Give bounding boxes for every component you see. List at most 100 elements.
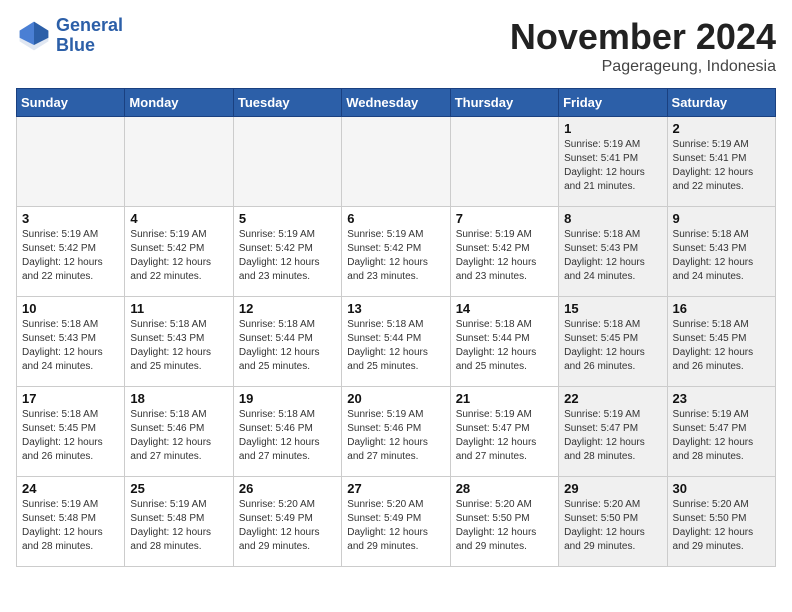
day-number: 6	[347, 211, 444, 226]
logo-line2: Blue	[56, 36, 123, 56]
day-info: Sunrise: 5:18 AM Sunset: 5:45 PM Dayligh…	[22, 408, 119, 464]
day-info: Sunrise: 5:18 AM Sunset: 5:44 PM Dayligh…	[347, 318, 444, 374]
day-info: Sunrise: 5:19 AM Sunset: 5:42 PM Dayligh…	[347, 228, 444, 284]
day-info: Sunrise: 5:19 AM Sunset: 5:46 PM Dayligh…	[347, 408, 444, 464]
calendar-cell: 23 Sunrise: 5:19 AM Sunset: 5:47 PM Dayli…	[667, 387, 775, 477]
calendar-header-row: SundayMondayTuesdayWednesdayThursdayFrid…	[17, 89, 776, 117]
day-header-monday: Monday	[125, 89, 233, 117]
day-number: 16	[673, 301, 770, 316]
day-info: Sunrise: 5:19 AM Sunset: 5:47 PM Dayligh…	[673, 408, 770, 464]
day-number: 19	[239, 391, 336, 406]
calendar-cell: 19 Sunrise: 5:18 AM Sunset: 5:46 PM Dayli…	[233, 387, 341, 477]
day-number: 8	[564, 211, 661, 226]
day-info: Sunrise: 5:19 AM Sunset: 5:41 PM Dayligh…	[564, 138, 661, 194]
day-number: 18	[130, 391, 227, 406]
day-number: 12	[239, 301, 336, 316]
day-number: 24	[22, 481, 119, 496]
calendar-table: SundayMondayTuesdayWednesdayThursdayFrid…	[16, 88, 776, 567]
day-number: 30	[673, 481, 770, 496]
calendar-cell: 3 Sunrise: 5:19 AM Sunset: 5:42 PM Daylig…	[17, 207, 125, 297]
calendar-week-5: 24 Sunrise: 5:19 AM Sunset: 5:48 PM Dayli…	[17, 477, 776, 567]
day-info: Sunrise: 5:18 AM Sunset: 5:44 PM Dayligh…	[456, 318, 553, 374]
calendar-cell: 29 Sunrise: 5:20 AM Sunset: 5:50 PM Dayli…	[559, 477, 667, 567]
day-number: 13	[347, 301, 444, 316]
day-info: Sunrise: 5:18 AM Sunset: 5:46 PM Dayligh…	[239, 408, 336, 464]
day-number: 11	[130, 301, 227, 316]
calendar-cell: 8 Sunrise: 5:18 AM Sunset: 5:43 PM Daylig…	[559, 207, 667, 297]
calendar-cell: 16 Sunrise: 5:18 AM Sunset: 5:45 PM Dayli…	[667, 297, 775, 387]
day-info: Sunrise: 5:19 AM Sunset: 5:42 PM Dayligh…	[130, 228, 227, 284]
calendar-cell	[125, 117, 233, 207]
calendar-cell: 27Sunrise: 5:20 AM Sunset: 5:49 PM Dayli…	[342, 477, 450, 567]
calendar-cell: 2Sunrise: 5:19 AM Sunset: 5:41 PM Daylig…	[667, 117, 775, 207]
day-number: 5	[239, 211, 336, 226]
calendar-cell: 12 Sunrise: 5:18 AM Sunset: 5:44 PM Dayli…	[233, 297, 341, 387]
calendar-cell: 9Sunrise: 5:18 AM Sunset: 5:43 PM Daylig…	[667, 207, 775, 297]
calendar-cell	[233, 117, 341, 207]
day-number: 20	[347, 391, 444, 406]
day-info: Sunrise: 5:20 AM Sunset: 5:50 PM Dayligh…	[564, 498, 661, 554]
day-number: 14	[456, 301, 553, 316]
day-header-sunday: Sunday	[17, 89, 125, 117]
calendar-cell: 28 Sunrise: 5:20 AM Sunset: 5:50 PM Dayli…	[450, 477, 558, 567]
day-info: Sunrise: 5:18 AM Sunset: 5:45 PM Dayligh…	[673, 318, 770, 374]
calendar-cell: 24 Sunrise: 5:19 AM Sunset: 5:48 PM Dayli…	[17, 477, 125, 567]
day-info: Sunrise: 5:20 AM Sunset: 5:49 PM Dayligh…	[347, 498, 444, 554]
location-subtitle: Pagerageung, Indonesia	[510, 58, 776, 76]
day-info: Sunrise: 5:18 AM Sunset: 5:43 PM Dayligh…	[564, 228, 661, 284]
day-number: 29	[564, 481, 661, 496]
calendar-cell: 4 Sunrise: 5:19 AM Sunset: 5:42 PM Daylig…	[125, 207, 233, 297]
day-info: Sunrise: 5:20 AM Sunset: 5:49 PM Dayligh…	[239, 498, 336, 554]
day-header-thursday: Thursday	[450, 89, 558, 117]
calendar-week-2: 3 Sunrise: 5:19 AM Sunset: 5:42 PM Daylig…	[17, 207, 776, 297]
calendar-cell: 18Sunrise: 5:18 AM Sunset: 5:46 PM Dayli…	[125, 387, 233, 477]
day-info: Sunrise: 5:18 AM Sunset: 5:44 PM Dayligh…	[239, 318, 336, 374]
calendar-cell: 10 Sunrise: 5:18 AM Sunset: 5:43 PM Dayli…	[17, 297, 125, 387]
day-header-tuesday: Tuesday	[233, 89, 341, 117]
month-title: November 2024	[510, 16, 776, 58]
calendar-cell: 15 Sunrise: 5:18 AM Sunset: 5:45 PM Dayli…	[559, 297, 667, 387]
calendar-cell: 14 Sunrise: 5:18 AM Sunset: 5:44 PM Dayli…	[450, 297, 558, 387]
calendar-cell: 11Sunrise: 5:18 AM Sunset: 5:43 PM Dayli…	[125, 297, 233, 387]
day-info: Sunrise: 5:19 AM Sunset: 5:47 PM Dayligh…	[456, 408, 553, 464]
day-info: Sunrise: 5:18 AM Sunset: 5:45 PM Dayligh…	[564, 318, 661, 374]
day-info: Sunrise: 5:20 AM Sunset: 5:50 PM Dayligh…	[456, 498, 553, 554]
day-info: Sunrise: 5:19 AM Sunset: 5:42 PM Dayligh…	[456, 228, 553, 284]
calendar-cell: 21 Sunrise: 5:19 AM Sunset: 5:47 PM Dayli…	[450, 387, 558, 477]
day-info: Sunrise: 5:20 AM Sunset: 5:50 PM Dayligh…	[673, 498, 770, 554]
day-header-saturday: Saturday	[667, 89, 775, 117]
calendar-cell	[450, 117, 558, 207]
page-header: General Blue November 2024 Pagerageung, …	[16, 16, 776, 76]
day-number: 21	[456, 391, 553, 406]
day-number: 3	[22, 211, 119, 226]
day-number: 17	[22, 391, 119, 406]
calendar-cell: 6 Sunrise: 5:19 AM Sunset: 5:42 PM Daylig…	[342, 207, 450, 297]
calendar-cell	[17, 117, 125, 207]
day-number: 10	[22, 301, 119, 316]
title-block: November 2024 Pagerageung, Indonesia	[510, 16, 776, 76]
calendar-week-3: 10 Sunrise: 5:18 AM Sunset: 5:43 PM Dayli…	[17, 297, 776, 387]
calendar-week-4: 17 Sunrise: 5:18 AM Sunset: 5:45 PM Dayli…	[17, 387, 776, 477]
day-info: Sunrise: 5:19 AM Sunset: 5:42 PM Dayligh…	[22, 228, 119, 284]
day-header-wednesday: Wednesday	[342, 89, 450, 117]
calendar-cell	[342, 117, 450, 207]
calendar-cell: 13 Sunrise: 5:18 AM Sunset: 5:44 PM Dayli…	[342, 297, 450, 387]
day-number: 2	[673, 121, 770, 136]
calendar-cell: 7 Sunrise: 5:19 AM Sunset: 5:42 PM Daylig…	[450, 207, 558, 297]
calendar-cell: 20 Sunrise: 5:19 AM Sunset: 5:46 PM Dayli…	[342, 387, 450, 477]
day-number: 28	[456, 481, 553, 496]
calendar-cell: 30 Sunrise: 5:20 AM Sunset: 5:50 PM Dayli…	[667, 477, 775, 567]
logo: General Blue	[16, 16, 123, 56]
day-info: Sunrise: 5:19 AM Sunset: 5:48 PM Dayligh…	[22, 498, 119, 554]
day-number: 9	[673, 211, 770, 226]
day-number: 1	[564, 121, 661, 136]
day-number: 15	[564, 301, 661, 316]
calendar-cell: 26Sunrise: 5:20 AM Sunset: 5:49 PM Dayli…	[233, 477, 341, 567]
calendar-cell: 1 Sunrise: 5:19 AM Sunset: 5:41 PM Daylig…	[559, 117, 667, 207]
day-number: 4	[130, 211, 227, 226]
day-info: Sunrise: 5:19 AM Sunset: 5:48 PM Dayligh…	[130, 498, 227, 554]
day-number: 23	[673, 391, 770, 406]
day-info: Sunrise: 5:18 AM Sunset: 5:43 PM Dayligh…	[22, 318, 119, 374]
day-number: 7	[456, 211, 553, 226]
logo-text: General Blue	[56, 16, 123, 56]
